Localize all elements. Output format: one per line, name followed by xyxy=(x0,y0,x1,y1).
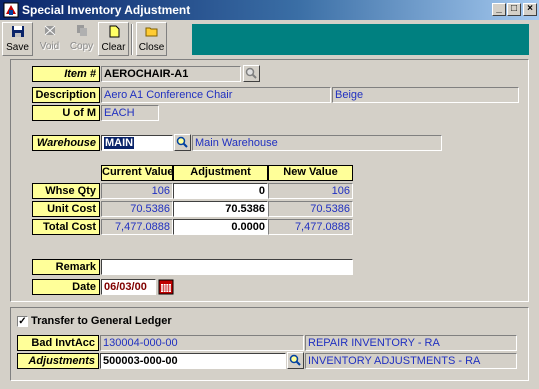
calendar-icon xyxy=(158,279,174,295)
copy-icon xyxy=(76,25,87,36)
gl-transfer-checkbox[interactable]: ✓ xyxy=(17,316,28,327)
date-label: Date xyxy=(32,279,100,295)
description-label: Description xyxy=(32,87,100,103)
gl-transfer-label: Transfer to General Ledger xyxy=(31,315,172,327)
void-label: Void xyxy=(39,41,60,52)
toolbar: Save Void Copy Clear Close xyxy=(0,20,539,58)
void-icon xyxy=(44,25,55,36)
copy-button[interactable]: Copy xyxy=(66,22,97,56)
minimize-button[interactable]: _ xyxy=(492,3,506,16)
copy-label: Copy xyxy=(69,41,94,52)
warehouse-name-field: Main Warehouse xyxy=(192,135,442,151)
header-adjustment: Adjustment xyxy=(173,165,268,181)
clear-button[interactable]: Clear xyxy=(98,22,129,56)
close-button[interactable]: Close xyxy=(136,22,167,56)
unit-cost-label: Unit Cost xyxy=(32,201,100,217)
calendar-button[interactable] xyxy=(158,279,174,295)
window-title: Special Inventory Adjustment xyxy=(22,3,191,17)
whse-qty-current: 106 xyxy=(101,183,173,199)
folder-icon xyxy=(145,27,157,37)
warehouse-lookup-button[interactable] xyxy=(174,134,191,151)
search-icon xyxy=(176,136,188,148)
search-icon xyxy=(245,67,257,79)
warehouse-code-input[interactable]: MAIN xyxy=(101,135,173,151)
clear-label: Clear xyxy=(101,42,126,53)
clear-icon xyxy=(109,25,119,38)
total-cost-adjustment-input[interactable]: 0.0000 xyxy=(173,219,268,235)
uom-field: EACH xyxy=(101,105,159,121)
unit-cost-current: 70.5386 xyxy=(101,201,173,217)
adjustments-account-label: Adjustments xyxy=(17,353,99,369)
void-button[interactable]: Void xyxy=(34,22,65,56)
item-label: Item # xyxy=(32,66,100,82)
save-icon xyxy=(11,26,24,37)
header-current-value: Current Value xyxy=(101,165,174,181)
total-cost-label: Total Cost xyxy=(32,219,100,235)
bad-invtacc-name-field: REPAIR INVENTORY - RA xyxy=(305,335,517,351)
adjustments-account-name-field: INVENTORY ADJUSTMENTS - RA xyxy=(305,353,517,369)
close-window-button[interactable]: × xyxy=(523,3,537,16)
app-icon xyxy=(3,2,19,18)
toolbar-fill xyxy=(192,24,529,55)
item-lookup-button[interactable] xyxy=(243,65,260,82)
adjustments-account-input[interactable]: 500003-000-00 xyxy=(100,353,286,369)
save-label: Save xyxy=(6,42,29,53)
unit-cost-adjustment-input[interactable]: 70.5386 xyxy=(173,201,268,217)
date-input[interactable]: 06/03/00 xyxy=(101,279,156,295)
maximize-button[interactable]: □ xyxy=(507,3,521,16)
color-field: Beige xyxy=(332,87,519,103)
whse-qty-new: 106 xyxy=(268,183,353,199)
description-field: Aero A1 Conference Chair xyxy=(101,87,331,103)
item-field[interactable]: AEROCHAIR-A1 xyxy=(101,66,241,82)
close-label: Close xyxy=(138,42,165,53)
toolbar-separator xyxy=(131,24,133,55)
total-cost-new: 7,477.0888 xyxy=(268,219,353,235)
total-cost-current: 7,477.0888 xyxy=(101,219,173,235)
adjustments-lookup-button[interactable] xyxy=(287,352,304,369)
warehouse-label: Warehouse xyxy=(32,135,100,151)
remark-label: Remark xyxy=(32,259,100,275)
whse-qty-adjustment-input[interactable]: 0 xyxy=(173,183,268,199)
bad-invtacc-field: 130004-000-00 xyxy=(100,335,304,351)
warehouse-code-text: MAIN xyxy=(104,137,135,149)
remark-input[interactable] xyxy=(101,259,353,275)
whse-qty-label: Whse Qty xyxy=(32,183,100,199)
bad-invtacc-label: Bad InvtAcc xyxy=(17,335,99,351)
search-icon xyxy=(289,354,301,366)
header-new-value: New Value xyxy=(268,165,353,181)
title-bar[interactable]: Special Inventory Adjustment _ □ × xyxy=(0,0,539,20)
uom-label: U of M xyxy=(32,105,100,121)
save-button[interactable]: Save xyxy=(2,22,33,56)
unit-cost-new: 70.5386 xyxy=(268,201,353,217)
